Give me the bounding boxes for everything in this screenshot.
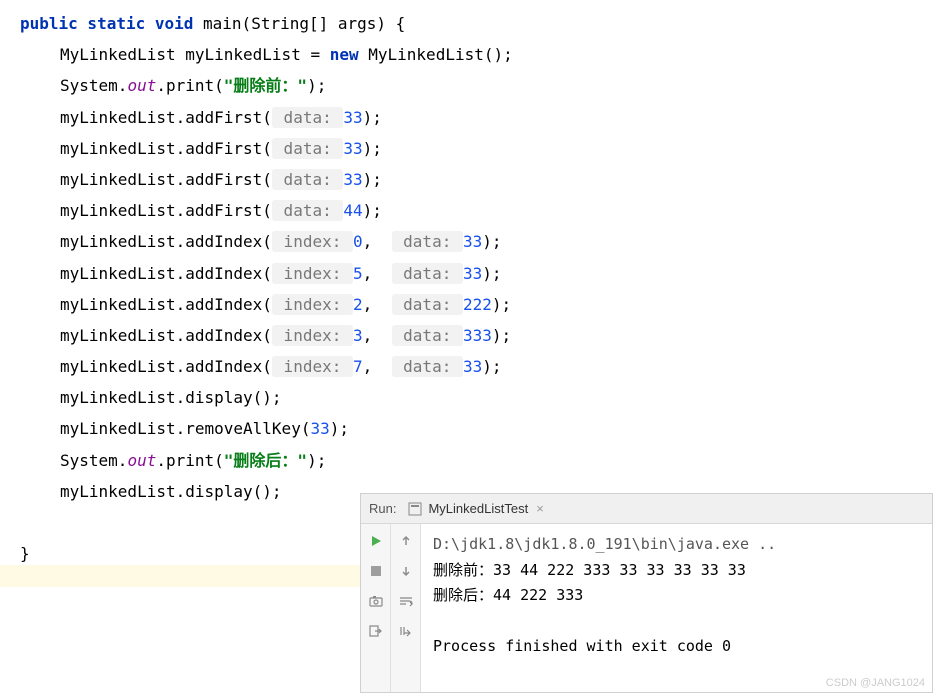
exit-button[interactable]	[365, 620, 387, 642]
output-line: 删除后：44 222 333	[433, 586, 583, 604]
code-text: myLinkedList.addFirst(	[60, 139, 272, 158]
code-text: .print(	[156, 76, 223, 95]
param-hint: index:	[272, 325, 353, 346]
code-text: System.	[60, 76, 127, 95]
rerun-button[interactable]	[365, 530, 387, 552]
code-text: ,	[363, 295, 392, 314]
run-config-icon	[408, 502, 422, 516]
code-text: myLinkedList.addFirst(	[60, 108, 272, 127]
number-literal: 33	[463, 357, 482, 376]
param-hint: index:	[272, 294, 353, 315]
scroll-down-button[interactable]	[395, 560, 417, 582]
number-literal: 2	[353, 295, 363, 314]
code-text: );	[492, 326, 511, 345]
param-hint: index:	[272, 231, 353, 252]
number-literal: 0	[353, 232, 363, 251]
number-literal: 33	[343, 170, 362, 189]
number-literal: 222	[463, 295, 492, 314]
number-literal: 33	[463, 232, 482, 251]
code-text: myLinkedList.addIndex(	[60, 357, 272, 376]
code-text: );	[307, 451, 326, 470]
code-editor[interactable]: public static void main(String[] args) {…	[0, 0, 933, 577]
run-tab-title[interactable]: MyLinkedListTest	[428, 501, 528, 516]
output-line: 删除前：33 44 222 333 33 33 33 33 33	[433, 561, 746, 579]
keyword: new	[330, 45, 359, 64]
code-text: myLinkedList.display();	[60, 482, 282, 501]
param-hint: data:	[392, 231, 463, 252]
number-literal: 5	[353, 264, 363, 283]
brace-close: }	[20, 544, 30, 563]
code-text: .print(	[156, 451, 223, 470]
param-hint: data:	[392, 356, 463, 377]
number-literal: 33	[343, 139, 362, 158]
number-literal: 33	[463, 264, 482, 283]
camera-button[interactable]	[365, 590, 387, 612]
param-hint: index:	[272, 356, 353, 377]
run-panel: Run: MyLinkedListTest × D:\jdk1.8\jdk1.8…	[360, 493, 933, 693]
code-text: );	[363, 201, 382, 220]
code-text: );	[482, 264, 501, 283]
code-text: ,	[363, 264, 392, 283]
param-hint: data:	[392, 325, 463, 346]
code-text: );	[492, 295, 511, 314]
code-text: );	[363, 170, 382, 189]
code-text: myLinkedList.addFirst(	[60, 170, 272, 189]
number-literal: 33	[310, 419, 329, 438]
code-text: MyLinkedList myLinkedList =	[60, 45, 330, 64]
code-text: );	[330, 419, 349, 438]
code-text: myLinkedList.addFirst(	[60, 201, 272, 220]
param-hint: data:	[272, 138, 343, 159]
code-text: );	[482, 357, 501, 376]
code-text: MyLinkedList();	[359, 45, 513, 64]
run-toolbar-left	[361, 524, 391, 692]
param-hint: data:	[272, 107, 343, 128]
run-label: Run:	[369, 501, 396, 516]
param-hint: data:	[272, 169, 343, 190]
code-text: );	[363, 139, 382, 158]
param-hint: data:	[272, 200, 343, 221]
field-ref: out	[127, 451, 156, 470]
code-text: );	[482, 232, 501, 251]
number-literal: 44	[343, 201, 362, 220]
code-text: System.	[60, 451, 127, 470]
run-header: Run: MyLinkedListTest ×	[361, 494, 932, 524]
param-hint: data:	[392, 263, 463, 284]
scroll-up-button[interactable]	[395, 530, 417, 552]
console-output[interactable]: D:\jdk1.8\jdk1.8.0_191\bin\java.exe .. 删…	[421, 524, 932, 692]
code-text: main(String[] args) {	[193, 14, 405, 33]
soft-wrap-button[interactable]	[395, 590, 417, 612]
keyword: public static void	[20, 14, 193, 33]
code-text: );	[307, 76, 326, 95]
code-text: ,	[363, 326, 392, 345]
number-literal: 333	[463, 326, 492, 345]
code-text: myLinkedList.removeAllKey(	[60, 419, 310, 438]
scroll-end-button[interactable]	[395, 620, 417, 642]
stop-button[interactable]	[365, 560, 387, 582]
code-text: ,	[363, 357, 392, 376]
highlight-strip	[0, 565, 360, 587]
code-text: );	[363, 108, 382, 127]
code-text: ,	[363, 232, 392, 251]
output-path: D:\jdk1.8\jdk1.8.0_191\bin\java.exe ..	[433, 535, 776, 553]
field-ref: out	[127, 76, 156, 95]
watermark: CSDN @JANG1024	[826, 677, 925, 689]
close-tab-icon[interactable]: ×	[536, 501, 544, 516]
number-literal: 33	[343, 108, 362, 127]
param-hint: data:	[392, 294, 463, 315]
string-literal: "删除后："	[224, 451, 307, 470]
code-text: myLinkedList.addIndex(	[60, 295, 272, 314]
run-toolbar-right	[391, 524, 421, 692]
code-text: myLinkedList.display();	[60, 388, 282, 407]
code-text: myLinkedList.addIndex(	[60, 264, 272, 283]
number-literal: 7	[353, 357, 363, 376]
code-text: myLinkedList.addIndex(	[60, 326, 272, 345]
number-literal: 3	[353, 326, 363, 345]
string-literal: "删除前："	[224, 76, 307, 95]
param-hint: index:	[272, 263, 353, 284]
output-exit: Process finished with exit code 0	[433, 637, 731, 655]
code-text: myLinkedList.addIndex(	[60, 232, 272, 251]
